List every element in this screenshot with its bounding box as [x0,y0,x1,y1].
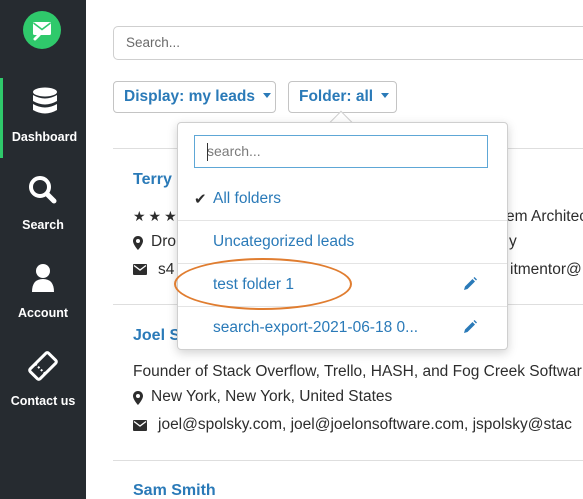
lead-emails: joel@spolsky.com, joel@joelonsoftware.co… [158,416,572,433]
sidebar-item-account[interactable]: Account [0,254,86,334]
sidebar-item-contact-us[interactable]: Contact us [0,342,86,422]
search-input[interactable]: Search... [113,26,583,60]
sidebar-item-label: Account [18,306,68,320]
caret-down-icon [262,93,271,99]
check-icon: ✔ [194,191,207,208]
folder-option-uncategorized[interactable]: Uncategorized leads [178,220,507,262]
ticket-icon [0,350,86,384]
lead-location: New York, New York, United States [151,388,393,405]
text-cursor [207,143,208,161]
rating-stars: ★★★ [133,208,180,224]
sidebar-item-search[interactable]: Search [0,166,86,246]
map-pin-icon [133,391,143,405]
folder-filter-button[interactable]: Folder: all [288,81,397,113]
lead-name-link[interactable]: Sam Smith [133,482,216,499]
envelope-icon [133,264,147,275]
folder-option-label: All folders [213,190,282,207]
pencil-icon[interactable] [463,320,477,334]
sidebar-item-label: Contact us [10,394,76,408]
map-pin-icon [133,236,143,250]
highlight-annotation [174,258,352,310]
folder-option-all[interactable]: ✔ All folders [178,178,507,220]
lead-title: em Architec [506,208,583,225]
folder-filter-label: Folder: all [299,88,374,105]
envelope-icon [133,420,147,431]
folder-option-search-export[interactable]: search-export-2021-06-18 0... [178,306,507,348]
folder-dropdown: search... ✔ All folders Uncategorized le… [177,122,508,350]
sidebar: Dashboard Search Account Contact us [0,0,86,499]
lead-title: Founder of Stack Overflow, Trello, HASH,… [133,363,582,380]
mail-search-icon [33,22,51,41]
divider [113,460,583,461]
sidebar-item-label: Search [22,218,64,232]
lead-email: s4 [158,261,175,278]
sidebar-item-dashboard[interactable]: Dashboard [0,78,86,158]
lead-email-end: itmentor@ [510,261,582,278]
search-placeholder: Search... [126,35,181,50]
user-icon [0,262,86,296]
lead-name-link[interactable]: Terry [133,171,172,189]
display-filter-button[interactable]: Display: my leads [113,81,276,113]
search-icon [0,174,86,208]
lead-location: Dro [151,233,176,250]
lead-name-link[interactable]: Joel S [133,327,180,345]
folder-search-input[interactable]: search... [194,135,488,168]
app-logo[interactable] [23,11,61,49]
folder-search-placeholder: search... [207,143,261,159]
display-filter-label: Display: my leads [124,88,255,105]
database-icon [3,86,86,120]
lead-location-end: y [509,233,517,250]
folder-option-label: search-export-2021-06-18 0... [213,319,419,336]
sidebar-item-label: Dashboard [11,130,78,144]
caret-down-icon [381,93,390,99]
pencil-icon[interactable] [463,277,477,291]
folder-option-label: Uncategorized leads [213,233,355,250]
